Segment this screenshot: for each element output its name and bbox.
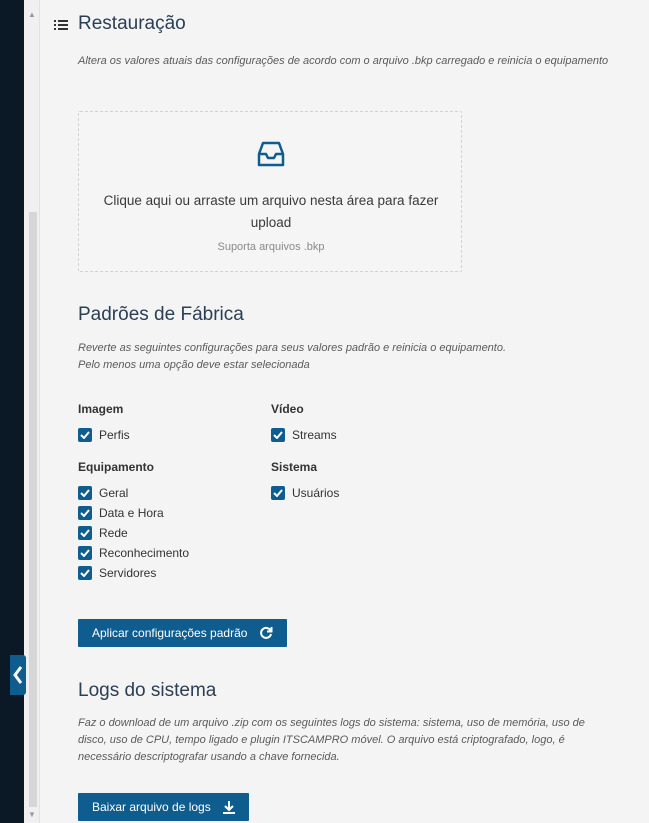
checkbox-checked[interactable]	[78, 506, 92, 520]
factory-description-line2: Pelo menos uma opção deve estar selecion…	[78, 359, 310, 371]
logs-description-line3: necessário descriptografar usando a chav…	[78, 751, 340, 763]
apply-defaults-label: Aplicar configurações padrão	[92, 626, 248, 640]
check-icon	[80, 569, 90, 577]
checkbox-label: Streams	[292, 428, 337, 442]
checkbox-data-e-hora[interactable]: Data e Hora	[78, 505, 164, 521]
download-logs-button[interactable]: Baixar arquivo de logs	[78, 793, 249, 821]
checkbox-label: Data e Hora	[99, 506, 164, 520]
download-logs-label: Baixar arquivo de logs	[92, 800, 211, 814]
checkbox-checked[interactable]	[78, 428, 92, 442]
checkbox-label: Servidores	[99, 566, 157, 580]
scrollbar-thumb[interactable]	[29, 212, 37, 807]
checkbox-perfis[interactable]: Perfis	[78, 427, 130, 443]
checkbox-checked[interactable]	[78, 546, 92, 560]
check-icon	[80, 529, 90, 537]
group-label-video: Vídeo	[271, 402, 304, 416]
checkbox-label: Rede	[99, 526, 128, 540]
checkbox-usuarios[interactable]: Usuários	[271, 485, 339, 501]
checkbox-checked[interactable]	[78, 486, 92, 500]
checkbox-streams[interactable]: Streams	[271, 427, 337, 443]
checkbox-label: Perfis	[99, 428, 130, 442]
upload-dropzone[interactable]: Clique aqui ou arraste um arquivo nesta …	[78, 111, 462, 272]
checkbox-reconhecimento[interactable]: Reconhecimento	[78, 545, 189, 561]
left-nav-rail	[0, 0, 24, 823]
checkbox-label: Usuários	[292, 486, 340, 500]
check-icon	[80, 489, 90, 497]
group-label-imagem: Imagem	[78, 402, 124, 416]
dropzone-supported-formats: Suporta arquivos .bkp	[217, 241, 325, 253]
dropzone-instruction: Clique aqui ou arraste um arquivo nesta …	[103, 193, 439, 230]
check-icon	[273, 489, 283, 497]
group-label-sistema: Sistema	[271, 460, 318, 474]
checkbox-label: Geral	[99, 486, 129, 500]
logs-description-line2: disco, uso de CPU, tempo ligado e plugin…	[78, 734, 565, 746]
factory-description-line1: Reverte as seguintes configurações para …	[78, 342, 507, 354]
checkbox-checked[interactable]	[271, 428, 285, 442]
scroll-up-arrow-icon[interactable]: ▲	[28, 10, 36, 19]
checkbox-geral[interactable]: Geral	[78, 485, 128, 501]
group-label-equipamento: Equipamento	[78, 460, 155, 474]
check-icon	[80, 431, 90, 439]
checkbox-checked[interactable]	[78, 566, 92, 580]
list-icon	[54, 20, 68, 30]
checkbox-servidores[interactable]: Servidores	[78, 565, 156, 581]
scroll-down-arrow-icon[interactable]: ▼	[28, 810, 36, 819]
checkbox-rede[interactable]: Rede	[78, 525, 128, 541]
restore-description: Altera os valores atuais das configuraçõ…	[78, 55, 609, 67]
chevron-left-icon	[13, 666, 23, 684]
inbox-icon	[257, 141, 285, 167]
restore-title: Restauração	[78, 13, 186, 34]
checkbox-label: Reconhecimento	[99, 546, 190, 560]
download-icon	[222, 801, 235, 814]
check-icon	[273, 431, 283, 439]
system-logs-title: Logs do sistema	[78, 680, 217, 701]
checkbox-checked[interactable]	[271, 486, 285, 500]
factory-defaults-title: Padrões de Fábrica	[78, 304, 244, 325]
logs-description-line1: Faz o download de um arquivo .zip com os…	[78, 717, 585, 729]
refresh-icon	[260, 626, 273, 639]
check-icon	[80, 549, 90, 557]
main-content: Restauração Altera os valores atuais das…	[40, 0, 649, 823]
check-icon	[80, 509, 90, 517]
apply-defaults-button[interactable]: Aplicar configurações padrão	[78, 619, 288, 647]
collapse-sidebar-button[interactable]	[10, 655, 26, 695]
checkbox-checked[interactable]	[78, 526, 92, 540]
